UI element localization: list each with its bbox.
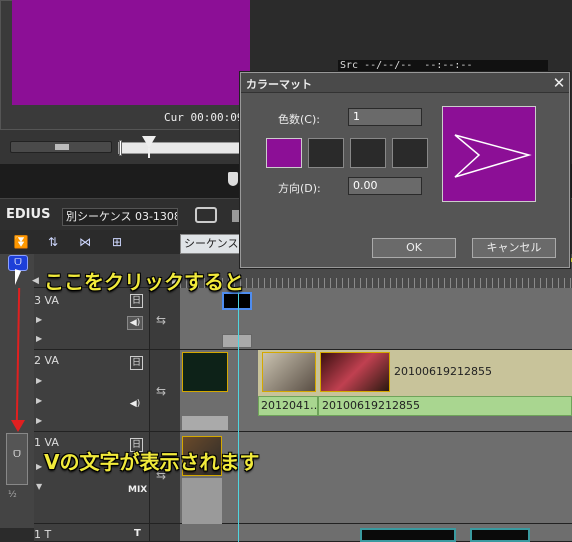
group-icon[interactable]: ⊞ — [106, 234, 128, 250]
app-logo: EDIUS — [6, 207, 51, 222]
direction-arrow-icon — [454, 134, 532, 178]
split-icon[interactable]: ⇅ — [42, 234, 64, 250]
track-name: 3 VA — [34, 294, 59, 307]
clip-thumbnail[interactable] — [320, 352, 390, 392]
link-icon[interactable]: ⋈ — [74, 234, 96, 250]
sequence-icon[interactable] — [195, 207, 217, 223]
expand-icon[interactable]: ▶ — [36, 315, 42, 324]
color-swatch-2[interactable] — [308, 138, 344, 168]
swap-icon[interactable]: ⇆ — [156, 313, 166, 327]
color-swatch-4[interactable] — [392, 138, 428, 168]
clip-audio[interactable] — [182, 416, 228, 430]
direction-label: 方向(D): — [278, 182, 321, 195]
scrub-bar[interactable] — [118, 142, 250, 154]
collapse-left-icon[interactable]: ◀ — [32, 276, 39, 286]
color-count-field[interactable]: 1 — [348, 108, 422, 126]
add-track-icon[interactable]: ⏬ — [10, 234, 32, 250]
clip-thumbnail[interactable] — [262, 352, 316, 392]
direction-preview[interactable] — [442, 106, 536, 202]
color-swatch-3[interactable] — [350, 138, 386, 168]
playhead-marker[interactable] — [142, 136, 156, 148]
track-name: 1 T — [34, 528, 52, 541]
clip-label: 20100619212855 — [394, 365, 492, 378]
speaker-icon[interactable]: ◀) — [127, 398, 143, 412]
ok-button[interactable]: OK — [372, 238, 456, 258]
in-point-marker[interactable] — [119, 140, 122, 156]
clip-thumbnail[interactable] — [182, 352, 228, 392]
tab-sequence-1[interactable]: シーケンス1 — [180, 234, 242, 254]
sequence-name-field[interactable]: 別シーケンス 03-1308… — [62, 208, 178, 226]
annotation-click-here: ここをクリックすると — [44, 270, 244, 294]
annotation-v-shown: Vの文字が表示されます — [44, 450, 260, 474]
jog-knob[interactable] — [55, 144, 69, 150]
source-timecode: Src --/--/-- --:--:-- — [340, 60, 473, 71]
clip-audio[interactable] — [182, 478, 222, 524]
channel-icon: ⅟₂ — [8, 490, 17, 500]
video-channel-button[interactable]: ᗜ — [6, 433, 28, 485]
cancel-button[interactable]: キャンセル — [472, 238, 556, 258]
mix-label: MIX — [128, 485, 148, 495]
expand-icon[interactable]: ▶ — [36, 462, 42, 471]
shield-icon[interactable] — [228, 172, 238, 186]
expand-icon[interactable]: ▶ — [36, 376, 42, 385]
current-timecode: Cur 00:00:09 — [164, 111, 244, 124]
close-icon[interactable]: ✕ — [550, 74, 568, 92]
expand-icon[interactable]: ▶ — [36, 396, 42, 405]
video-icon[interactable]: 日 — [130, 356, 143, 370]
video-icon[interactable]: 日 — [130, 294, 143, 308]
track-patch — [150, 524, 180, 542]
title-icon[interactable]: T — [134, 528, 141, 539]
collapse-icon[interactable]: ▼ — [36, 482, 42, 491]
expand-icon[interactable]: ▶ — [36, 334, 42, 343]
color-count-label: 色数(C): — [278, 113, 320, 126]
timeline-cursor-line — [238, 288, 239, 542]
track-name: 2 VA — [34, 354, 59, 367]
speaker-icon[interactable]: ◀) — [127, 316, 143, 330]
clip-title[interactable] — [470, 528, 530, 542]
track-header-1t[interactable] — [34, 524, 150, 542]
expand-icon[interactable]: ▶ — [36, 416, 42, 425]
clip-title[interactable] — [360, 528, 456, 542]
mouse-cursor-icon — [15, 269, 21, 285]
dialog-title: カラーマット — [246, 78, 312, 91]
playhead-stem — [148, 148, 150, 158]
annotation-arrowhead — [11, 420, 25, 432]
swap-icon[interactable]: ⇆ — [156, 384, 166, 398]
clip-audio[interactable] — [222, 334, 252, 348]
color-swatch-1[interactable] — [266, 138, 302, 168]
clip-label: 20100619212855 — [322, 399, 420, 412]
direction-field[interactable]: 0.00 — [348, 177, 422, 195]
clip-label: 2012041… — [261, 399, 321, 412]
preview-video — [12, 0, 250, 105]
